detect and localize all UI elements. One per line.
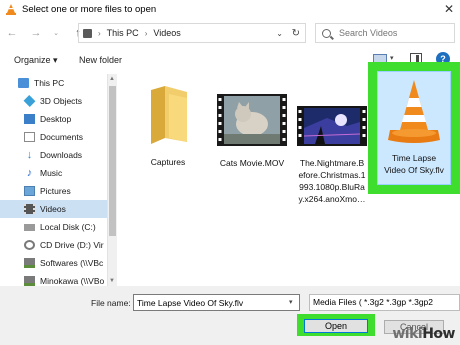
sidebar-item-label: Pictures [40,186,71,196]
downloads-icon: ↓ [26,149,33,161]
sidebar-item-downloads[interactable]: ↓ Downloads [0,146,107,164]
documents-icon [24,132,35,142]
sidebar-item-label: Documents [40,132,83,142]
scroll-up-icon[interactable]: ▲ [109,76,115,82]
sidebar-item-label: Music [40,168,63,178]
sidebar-item-label: Minokawa (\\VBo [40,276,105,286]
file-name: Cats Movie.MOV [219,158,285,168]
new-folder-button[interactable]: New folder [79,55,122,65]
folder-icon [151,86,187,144]
bottom-panel: File name: ▾ Media Files ( *.3g2 *.3gp *… [0,286,460,345]
watermark-how: How [422,326,455,342]
watermark-wiki: wiki [392,326,423,342]
video-thumbnail-icon [217,94,287,146]
videos-icon [24,204,35,214]
navigation-pane: This PC 3D Objects Desktop Documents ↓ D… [0,74,108,286]
file-item-captures[interactable]: Captures [136,86,200,168]
file-item-cats-movie[interactable]: Cats Movie.MOV [210,88,294,169]
forward-arrow-icon[interactable]: → [28,25,44,41]
3d-objects-icon [23,95,36,107]
sidebar-item-label: Videos [40,204,66,214]
organize-button[interactable]: Organize ▾ [14,55,58,66]
network-drive-icon [24,276,35,286]
vlc-cone-icon [6,3,16,15]
network-drive-icon [24,258,35,268]
cd-drive-icon [24,240,35,250]
scroll-down-icon[interactable]: ▼ [109,278,115,284]
sidebar-item-music[interactable]: ♪ Music [0,164,107,182]
wikihow-watermark: wikiHow [392,326,455,342]
recent-locations-chevron-icon[interactable]: ⌄ [48,25,64,41]
sidebar-item-label: CD Drive (D:) Vir [40,240,104,250]
window-title: Select one or more files to open [22,3,157,15]
sidebar-item-label: This PC [34,78,65,88]
sidebar-item-softwares[interactable]: Softwares (\\VBc [0,254,107,272]
sidebar-item-local-disk[interactable]: Local Disk (C:) [0,218,107,236]
file-name-line: 993.1080p.BluRa [299,182,365,192]
file-name-dropdown-icon[interactable]: ▾ [289,298,293,306]
sidebar-item-label: Desktop [40,114,72,124]
search-box[interactable] [315,23,455,43]
computer-icon [18,78,29,88]
sidebar-item-cd-drive[interactable]: CD Drive (D:) Vir [0,236,107,254]
sidebar-item-desktop[interactable]: Desktop [0,110,107,128]
breadcrumb-videos[interactable]: Videos [153,28,180,38]
back-arrow-icon[interactable]: ← [4,25,20,41]
sidebar-item-label: Local Disk (C:) [40,222,96,232]
file-name-label: File name: [91,298,131,308]
file-name-line: Video Of Sky.flv [384,165,444,175]
breadcrumb-this-pc[interactable]: This PC [107,28,139,38]
address-bar[interactable]: › This PC › Videos ⌄ ↻ [78,23,306,43]
music-icon: ♪ [26,167,33,179]
search-input[interactable] [339,28,449,38]
file-name-line: efore.Christmas.1 [298,170,366,180]
breadcrumb-separator-icon: › [144,28,148,38]
file-item-nightmare-before-christmas[interactable]: The.Nightmare.B efore.Christmas.1 993.10… [294,88,370,205]
sidebar-item-label: Softwares (\\VBc [40,258,104,268]
navigation-row: ← → ⌄ ↑ › This PC › Videos ⌄ ↻ [0,22,460,44]
nav-pane-scrollbar[interactable]: ▲ ▼ [108,74,117,286]
open-button[interactable]: Open [304,319,368,333]
vlc-cone-icon [388,80,440,143]
this-pc-icon [83,28,92,38]
title-bar: Select one or more files to open ✕ [0,0,460,18]
file-name: Captures [150,157,186,167]
file-type-filter[interactable]: Media Files ( *.3g2 *.3gp *.3gp2 [309,294,460,311]
file-list: Captures Cats Movie.MOV The.Nightmare.B … [118,62,460,286]
pictures-icon [24,186,35,196]
refresh-icon[interactable]: ↻ [292,28,300,39]
address-dropdown-icon[interactable]: ⌄ [276,29,283,38]
sidebar-item-label: 3D Objects [40,96,83,106]
video-thumbnail-icon [297,106,367,146]
file-name-field[interactable] [133,294,300,311]
sidebar-item-minokawa[interactable]: Minokawa (\\VBo [0,272,107,286]
desktop-icon [24,114,35,124]
sidebar-item-documents[interactable]: Documents [0,128,107,146]
sidebar-item-videos[interactable]: Videos [0,200,107,218]
file-name-line: Time Lapse [391,153,437,163]
sidebar-item-this-pc[interactable]: This PC [0,74,107,92]
view-dropdown-icon[interactable]: ▾ [390,54,394,62]
sidebar-item-3d-objects[interactable]: 3D Objects [0,92,107,110]
breadcrumb-separator-icon: › [98,28,101,38]
file-name-line: The.Nightmare.B [299,158,365,168]
close-icon[interactable]: ✕ [444,2,454,16]
file-name-line: y.x264.anoXmo… [298,194,366,204]
drive-icon [24,223,35,231]
scrollbar-thumb[interactable] [109,86,116,236]
sidebar-item-pictures[interactable]: Pictures [0,182,107,200]
sidebar-item-label: Downloads [40,150,83,160]
file-item-time-lapse-selected[interactable]: Time Lapse Video Of Sky.flv [368,62,460,194]
search-icon [322,28,331,38]
